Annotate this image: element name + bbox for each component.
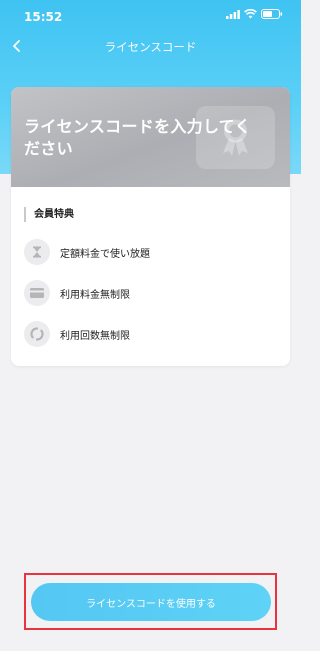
benefit-item: 定額料金で使い放題 [24, 239, 150, 265]
badge-graphic [196, 106, 275, 169]
battery-icon [261, 9, 283, 19]
wifi-icon [244, 9, 257, 19]
license-card: ライセンスコードを入力してください 会員特典 定額料金で使い放題 利用料金無制限… [11, 87, 290, 366]
benefit-item: 利用回数無制限 [24, 321, 130, 347]
benefits-heading: 会員特典 [24, 207, 74, 222]
benefit-label: 利用回数無制限 [60, 330, 130, 342]
page-title: ライセンスコード [104, 40, 197, 54]
ribbon-badge-icon [223, 119, 248, 156]
credit-card-icon [30, 288, 44, 298]
status-time: 15:52 [24, 10, 63, 24]
benefit-label: 利用料金無制限 [60, 289, 130, 301]
hourglass-icon [33, 246, 41, 258]
benefit-icon-circle [24, 321, 50, 347]
benefit-label: 定額料金で使い放題 [60, 248, 150, 260]
benefit-item: 利用料金無制限 [24, 280, 130, 306]
benefit-icon-circle [24, 280, 50, 306]
status-bar: 15:52 [0, 0, 301, 32]
status-icons [226, 9, 283, 19]
benefit-icon-circle [24, 239, 50, 265]
card-banner: ライセンスコードを入力してください [11, 87, 290, 187]
signal-icon [226, 9, 240, 19]
use-license-code-button[interactable]: ライセンスコードを使用する [31, 583, 271, 621]
navigation-bar: ライセンスコード [0, 32, 301, 62]
refresh-icon [30, 327, 44, 341]
